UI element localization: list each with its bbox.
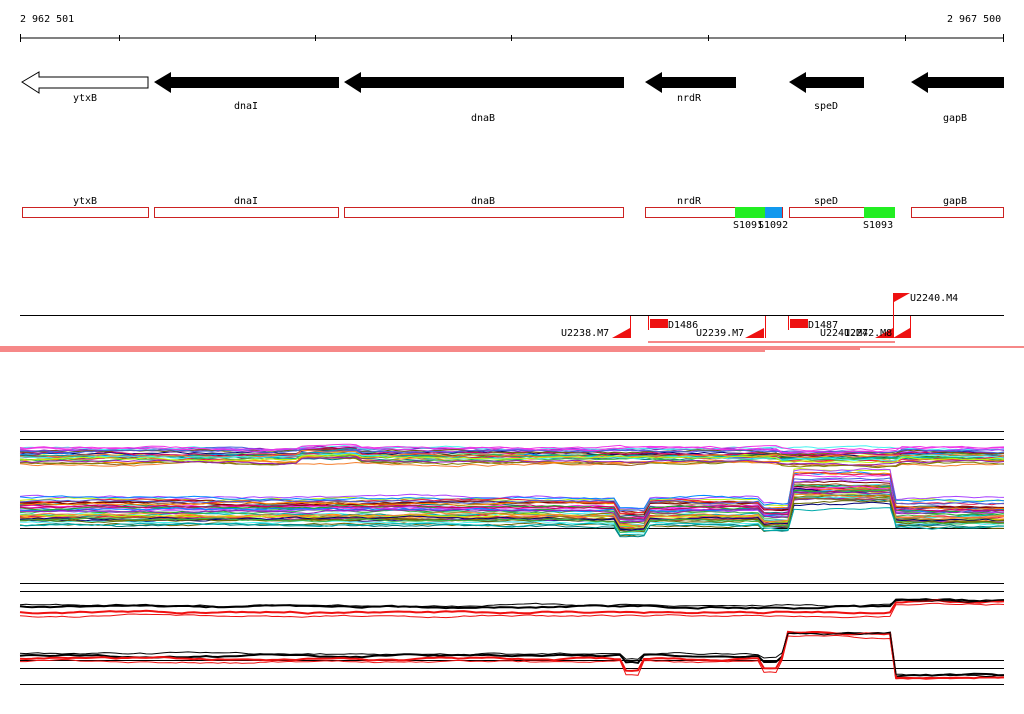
summary-line (19, 632, 1005, 678)
cds-dnaB[interactable]: dnaB (344, 196, 624, 218)
gene-arrow (911, 72, 1004, 93)
summary-line (19, 599, 1004, 608)
cds-label: speD (814, 196, 838, 207)
cds-label: dnaI (234, 196, 258, 207)
summary-line (19, 598, 1005, 610)
summary-profiles-panel (19, 583, 1005, 685)
cds-box (22, 207, 149, 218)
feature-block-S1092[interactable] (765, 207, 782, 218)
gene-speD[interactable]: speD (789, 72, 864, 112)
shift-label: D1486 (668, 320, 698, 331)
summary-lines (19, 598, 1005, 680)
cds-track: ytxB dnaI dnaB nrdR speD gapB S1091 S109… (22, 196, 1004, 231)
cds-label: dnaB (471, 196, 495, 207)
ruler-start-label: 2 962 501 (20, 14, 74, 25)
downshift-flag (650, 319, 668, 328)
feature-label: S1093 (863, 220, 893, 231)
gene-arrow (645, 72, 736, 93)
cds-box (344, 207, 624, 218)
expression-profiles-panel (19, 431, 1005, 538)
upshift-U2238[interactable]: U2238.M7 (561, 316, 631, 339)
upshift-flag (612, 328, 630, 338)
cds-ytxB[interactable]: ytxB (22, 196, 149, 218)
upshift-U2240[interactable]: U2240.M4 (893, 293, 959, 316)
gene-dnaI[interactable]: dnaI (154, 72, 339, 112)
upshift-flag (745, 328, 764, 338)
cds-label: gapB (943, 196, 967, 207)
downshift-flag (790, 319, 808, 328)
gene-label: ytxB (73, 93, 97, 104)
cds-box (154, 207, 339, 218)
downshift-D1486[interactable]: D1486 (648, 316, 699, 331)
feature-block-S1093[interactable] (864, 207, 895, 218)
shift-label: U2239.M7 (696, 328, 744, 339)
gene-ytxB[interactable]: ytxB (21, 71, 149, 104)
shift-label: U2242.M8 (844, 328, 892, 339)
gene-nrdR[interactable]: nrdR (645, 72, 736, 104)
gene-track: ytxB dnaI dnaB nrdR speD gapB (21, 71, 1004, 124)
shift-track: U2238.M7 D1486 U2239.M7 D1487 U2241.M7 U… (0, 293, 1024, 352)
cds-label: nrdR (677, 196, 702, 207)
gene-label: dnaI (234, 101, 258, 112)
gene-arrow (344, 72, 624, 93)
gene-arrow (789, 72, 864, 93)
feature-label: S1092 (758, 220, 788, 231)
gene-label: gapB (943, 113, 967, 124)
expression-lines (19, 443, 1005, 538)
gene-label: nrdR (677, 93, 702, 104)
feature-block-S1091[interactable] (735, 207, 765, 218)
cds-label: ytxB (73, 196, 97, 207)
genome-browser: 2 962 501 2 967 500 ytxB dnaI dnaB nrdR (0, 14, 1024, 685)
upshift-flag (893, 328, 910, 338)
cds-box (911, 207, 1004, 218)
gene-arrow (21, 71, 149, 94)
ruler-end-label: 2 967 500 (947, 14, 1001, 25)
gene-gapB[interactable]: gapB (911, 72, 1004, 124)
upshift-flag (894, 293, 910, 302)
shift-label: U2238.M7 (561, 328, 609, 339)
cds-gapB[interactable]: gapB (911, 196, 1004, 218)
shift-label: U2240.M4 (910, 293, 958, 304)
gene-label: dnaB (471, 113, 495, 124)
upshift-U2242[interactable]: U2242.M8 (844, 316, 911, 339)
gene-label: speD (814, 101, 838, 112)
upshift-U2239[interactable]: U2239.M7 (696, 316, 766, 339)
gene-arrow (154, 72, 339, 93)
coordinate-ruler: 2 962 501 2 967 500 (20, 14, 1004, 42)
gene-dnaB[interactable]: dnaB (344, 72, 624, 124)
cds-dnaI[interactable]: dnaI (154, 196, 339, 218)
